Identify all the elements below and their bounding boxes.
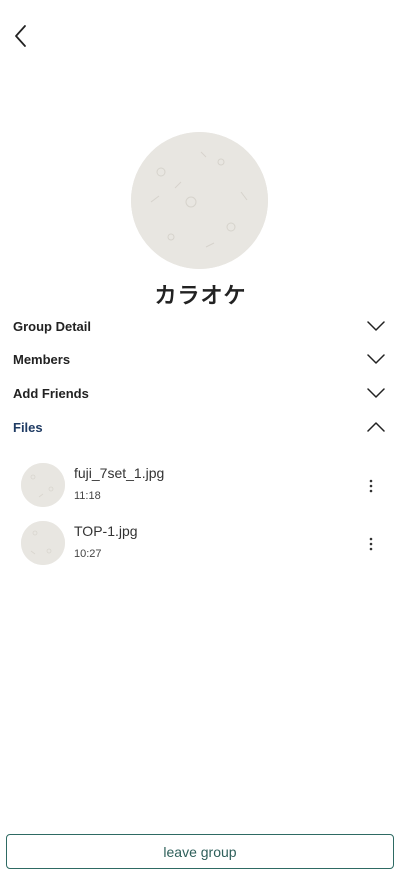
more-vertical-icon (369, 479, 373, 493)
leave-group-button[interactable]: leave group (6, 834, 394, 869)
file-time: 10:27 (74, 548, 102, 560)
group-avatar (131, 132, 268, 269)
section-add-friends[interactable]: Add Friends (0, 378, 401, 408)
section-group-detail[interactable]: Group Detail (0, 311, 401, 341)
section-label: Add Friends (13, 385, 89, 401)
file-thumbnail[interactable] (21, 521, 65, 565)
section-files[interactable]: Files (0, 412, 401, 442)
file-list-item: TOP-1.jpg 10:27 (0, 521, 401, 571)
section-members[interactable]: Members (0, 344, 401, 374)
chevron-up-icon (367, 422, 385, 432)
chevron-left-icon (15, 25, 26, 47)
chevron-down-icon (367, 354, 385, 364)
section-label: Group Detail (13, 318, 92, 334)
file-more-button[interactable] (362, 476, 380, 496)
section-label: Members (13, 351, 71, 367)
chevron-down-icon (367, 388, 385, 398)
file-time: 11:18 (74, 490, 101, 502)
section-label: Files (13, 419, 43, 435)
group-name: カラオケ (154, 283, 247, 308)
back-button[interactable] (8, 22, 34, 50)
chevron-down-icon (367, 321, 385, 331)
file-more-button[interactable] (362, 534, 380, 554)
file-name[interactable]: TOP-1.jpg (74, 523, 138, 539)
more-vertical-icon (369, 537, 373, 551)
file-thumbnail[interactable] (21, 463, 65, 507)
file-name[interactable]: fuji_7set_1.jpg (74, 465, 164, 481)
file-list-item: fuji_7set_1.jpg 11:18 (0, 463, 401, 513)
